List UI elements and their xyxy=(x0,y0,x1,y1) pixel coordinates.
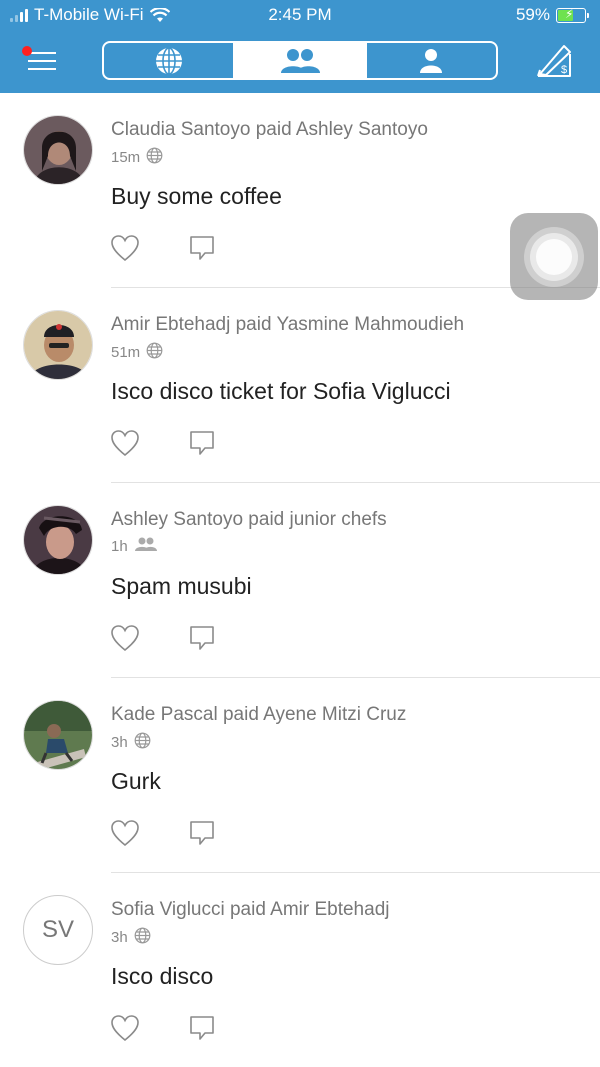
story-headline[interactable]: Amir Ebtehadj paid Yasmine Mahmoudieh xyxy=(111,314,464,336)
status-right: 59% ⚡ xyxy=(515,5,589,25)
story-actions xyxy=(110,234,216,262)
status-bar: T-Mobile Wi-Fi 2:45 PM 59% ⚡ xyxy=(0,0,600,30)
story-actions xyxy=(110,429,216,457)
notification-dot xyxy=(22,46,32,56)
story-meta: 15m xyxy=(111,147,163,168)
battery-icon: ⚡ xyxy=(556,7,589,23)
globe-icon xyxy=(155,46,182,75)
story-note: Spam musubi xyxy=(111,573,252,599)
avatar[interactable] xyxy=(23,115,93,185)
public-privacy-globe-icon xyxy=(134,927,151,948)
story-headline[interactable]: Sofia Viglucci paid Amir Ebtehadj xyxy=(111,899,389,921)
comment-icon[interactable] xyxy=(188,234,216,262)
story-actions xyxy=(110,624,216,652)
public-privacy-globe-icon xyxy=(134,732,151,753)
story-note: Isco disco ticket for Sofia Viglucci xyxy=(111,378,451,404)
like-heart-icon[interactable] xyxy=(110,429,140,457)
friends-icon xyxy=(280,48,320,73)
comment-icon[interactable] xyxy=(188,624,216,652)
feed-story[interactable]: SV Sofia Viglucci paid Amir Ebtehadj 3h … xyxy=(0,873,600,1067)
story-actions xyxy=(110,1014,216,1042)
feed-story[interactable]: Ashley Santoyo paid junior chefs 1h Spam… xyxy=(0,483,600,678)
like-heart-icon[interactable] xyxy=(110,1014,140,1042)
story-meta: 1h xyxy=(111,537,158,556)
top-bar: T-Mobile Wi-Fi 2:45 PM 59% ⚡ $ xyxy=(0,0,600,93)
feed-story[interactable]: Kade Pascal paid Ayene Mitzi Cruz 3h Gur… xyxy=(0,678,600,873)
like-heart-icon[interactable] xyxy=(110,234,140,262)
avatar[interactable] xyxy=(23,700,93,770)
avatar-initials[interactable]: SV xyxy=(23,895,93,965)
comment-icon[interactable] xyxy=(188,429,216,457)
battery-percent: 59% xyxy=(515,5,550,24)
person-icon xyxy=(420,48,443,73)
story-time: 15m xyxy=(111,149,141,166)
avatar[interactable] xyxy=(23,505,93,575)
story-actions xyxy=(110,819,216,847)
feed-tabs xyxy=(102,41,498,80)
story-note: Gurk xyxy=(111,768,161,794)
public-privacy-globe-icon xyxy=(146,147,163,168)
tab-personal[interactable] xyxy=(364,43,496,78)
comment-icon[interactable] xyxy=(188,819,216,847)
clock: 2:45 PM xyxy=(268,5,332,24)
tab-friends[interactable] xyxy=(233,43,365,78)
friends-privacy-icon xyxy=(134,537,158,556)
story-time: 3h xyxy=(111,929,128,946)
story-headline[interactable]: Kade Pascal paid Ayene Mitzi Cruz xyxy=(111,704,406,726)
assistive-touch-button[interactable] xyxy=(510,213,598,300)
comment-icon[interactable] xyxy=(188,1014,216,1042)
story-time: 51m xyxy=(111,344,141,361)
story-meta: 51m xyxy=(111,342,163,363)
story-time: 1h xyxy=(111,538,128,555)
story-note: Buy some coffee xyxy=(111,183,282,209)
avatar[interactable] xyxy=(23,310,93,380)
public-privacy-globe-icon xyxy=(146,342,163,363)
tab-public[interactable] xyxy=(104,43,233,78)
story-headline[interactable]: Ashley Santoyo paid junior chefs xyxy=(111,509,387,531)
story-headline[interactable]: Claudia Santoyo paid Ashley Santoyo xyxy=(111,119,428,141)
svg-text:$: $ xyxy=(561,64,567,76)
story-note: Isco disco xyxy=(111,963,214,989)
like-heart-icon[interactable] xyxy=(110,624,140,652)
story-meta: 3h xyxy=(111,732,151,753)
like-heart-icon[interactable] xyxy=(110,819,140,847)
hamburger-menu-icon[interactable] xyxy=(22,46,58,74)
story-time: 3h xyxy=(111,734,128,751)
feed-story[interactable]: Amir Ebtehadj paid Yasmine Mahmoudieh 51… xyxy=(0,288,600,483)
story-meta: 3h xyxy=(111,927,151,948)
pay-request-icon[interactable]: $ xyxy=(534,42,574,78)
